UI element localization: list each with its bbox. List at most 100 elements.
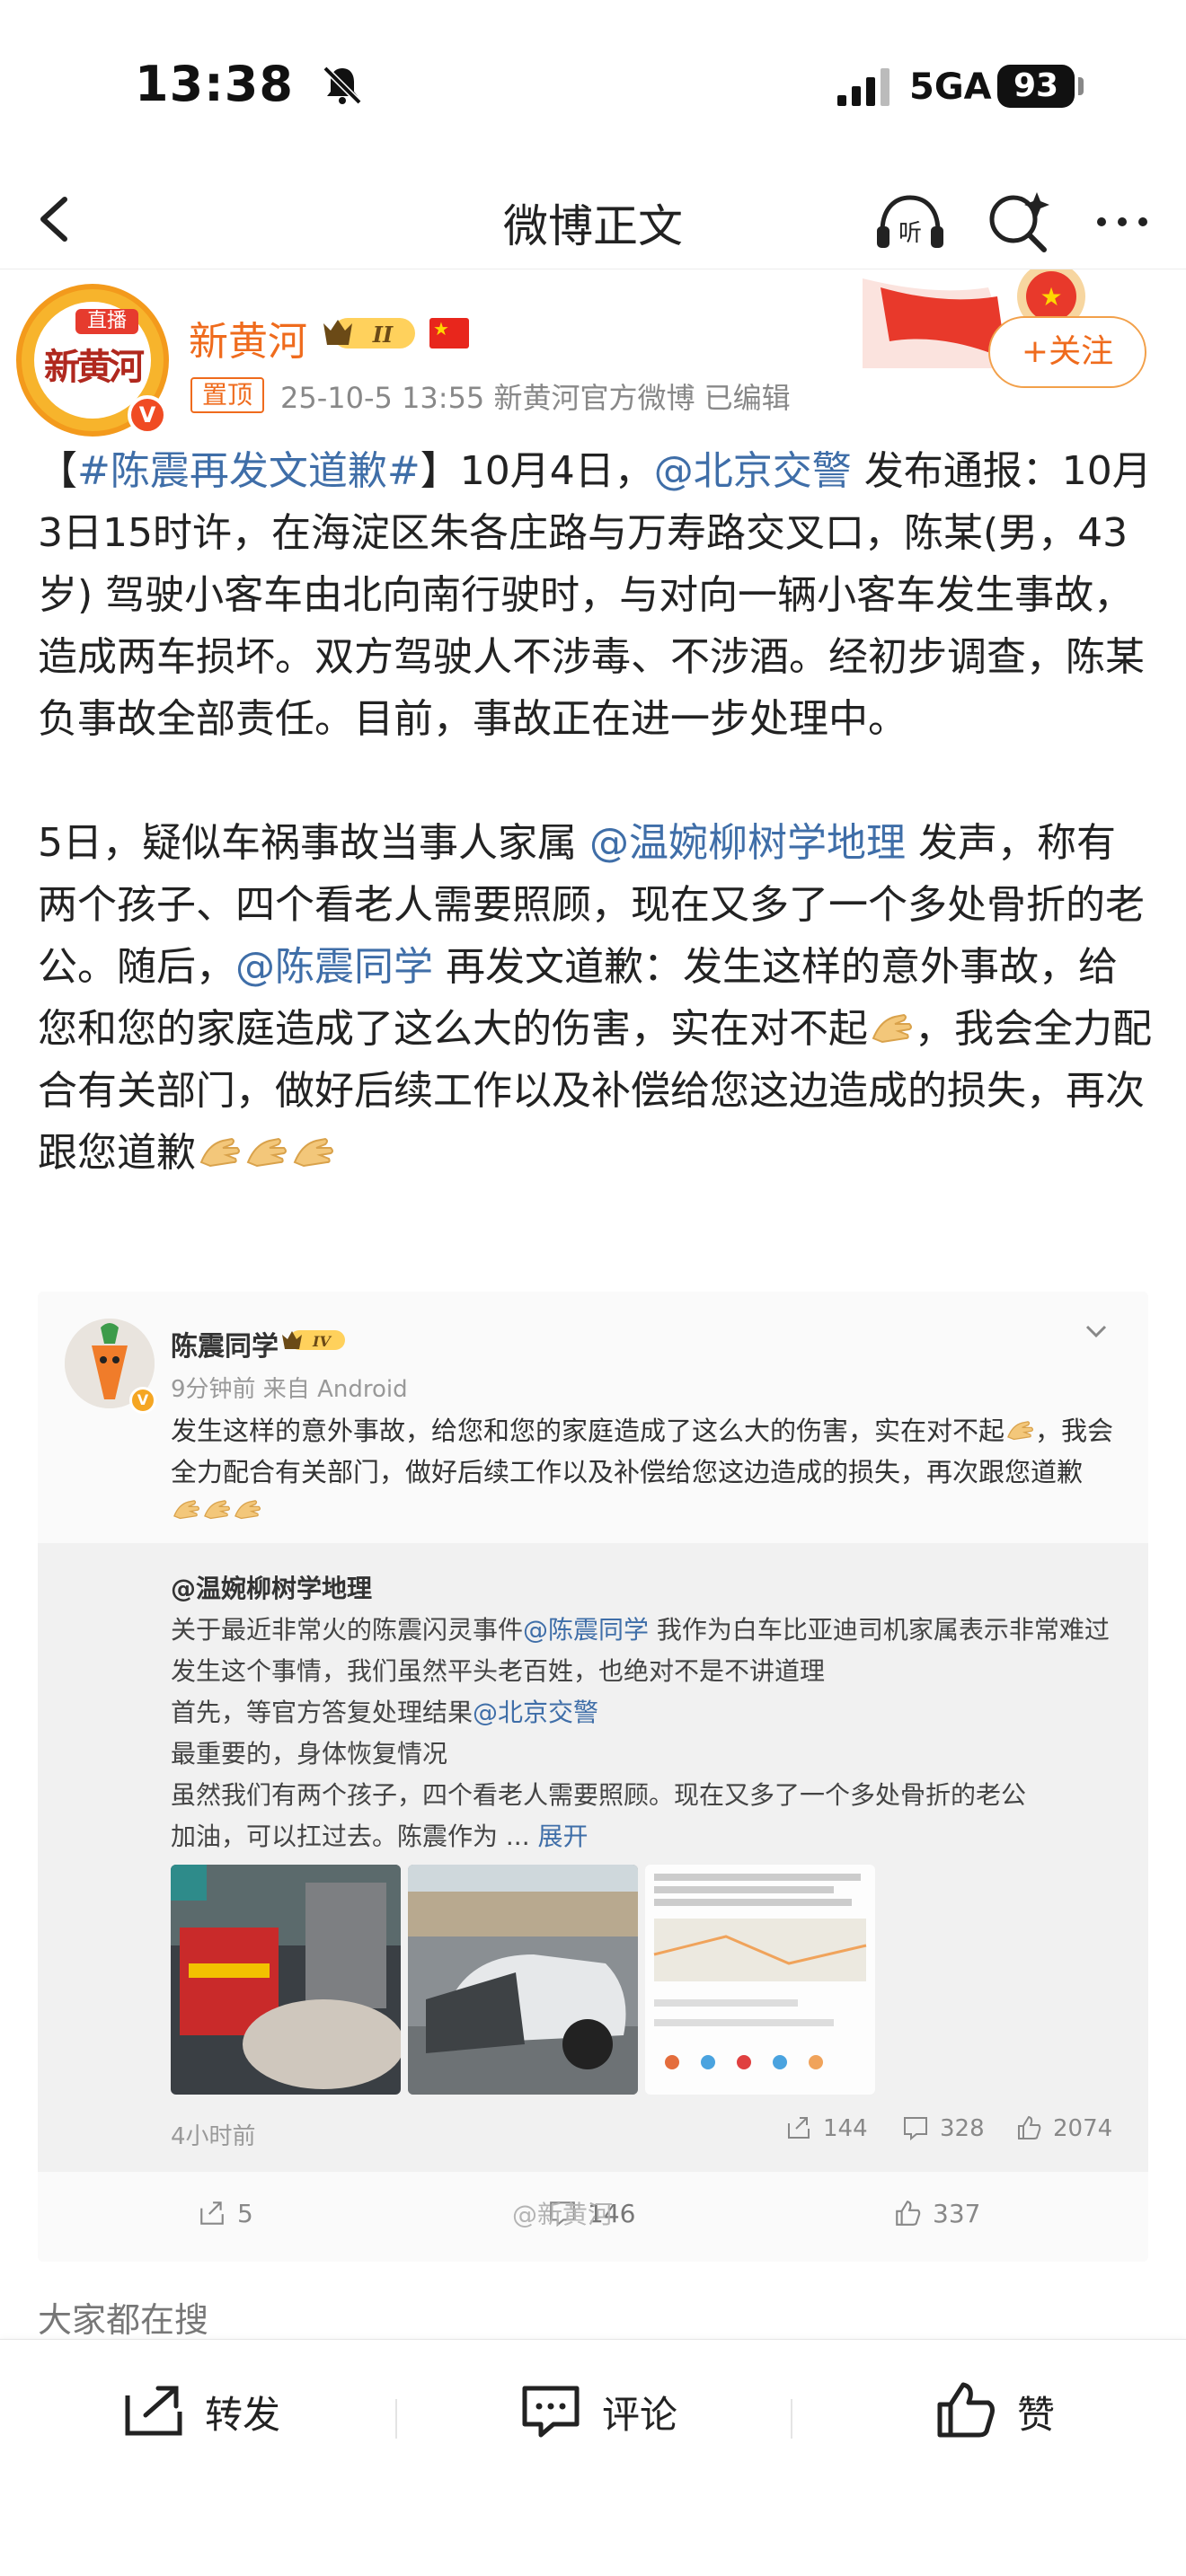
post-text: 10月4日，: [459, 448, 654, 494]
hashtag-link[interactable]: #陈震再发文道歉#: [77, 448, 420, 494]
thumbs-up-icon: [1018, 2115, 1041, 2139]
svg-text:★: ★: [1040, 282, 1062, 312]
thumbnail-crashed-car[interactable]: [408, 1865, 638, 2095]
pray-hands-icon: [872, 1013, 912, 1044]
pray-hands-icon: [1007, 1421, 1034, 1441]
svg-text:II: II: [372, 322, 394, 348]
nested-line: 虽然我们有两个孩子，四个看老人需要照顾。现在又多了一个多处骨折的老公: [171, 1780, 1027, 1810]
mention-family-member[interactable]: @温婉柳树学地理: [589, 820, 906, 866]
nested-text: 首先，等官方答复处理结果: [171, 1698, 474, 1727]
nested-like-value: 2074: [1053, 2115, 1113, 2142]
nested-line: 关于最近非常火的陈震闪灵事件@陈震同学 我作为白车比亚迪司机家属表示非常难过发生…: [171, 1610, 1123, 1692]
pinned-tag: 置顶: [190, 377, 264, 413]
repost-button[interactable]: 转发: [122, 2379, 280, 2451]
nested-comment-count[interactable]: 328: [902, 2114, 985, 2142]
signal-icon: [837, 68, 890, 106]
quoted-like-count: 337: [933, 2199, 981, 2228]
china-flag-icon: ★: [429, 318, 469, 348]
battery-cap: [1078, 77, 1084, 95]
network-type: 5GA: [909, 66, 992, 108]
pray-hands-icon: [293, 1137, 333, 1168]
nested-comment-value: 328: [940, 2115, 985, 2142]
comment-icon: [904, 2117, 927, 2141]
thumbnail-hospital[interactable]: [171, 1865, 401, 2095]
nested-text: 加油，可以扛过去。陈震作为 ...: [171, 1822, 538, 1851]
comment-icon: [522, 2386, 580, 2438]
listen-icon[interactable]: 听: [870, 181, 951, 262]
repost-icon: [200, 2201, 224, 2225]
like-label: 赞: [1017, 2393, 1056, 2437]
nav-bar: 微博正文 听: [0, 171, 1186, 269]
expand-link[interactable]: 展开: [538, 1822, 589, 1851]
post-paragraph-2: 5日，疑似车祸事故当事人家属 @温婉柳树学地理 发声，称有两个孩子、四个看老人需…: [38, 812, 1152, 1184]
quoted-meta: 9分钟前 来自 Android: [171, 1376, 408, 1403]
follow-button[interactable]: +关注: [988, 316, 1146, 388]
nested-timestamp: 4小时前: [171, 2123, 256, 2150]
like-button[interactable]: 赞: [934, 2379, 1055, 2451]
avatar-logo-text: 新黄河: [44, 346, 145, 388]
thumbnail-map-screenshot[interactable]: [645, 1865, 875, 2095]
quoted-level-badge-icon: IV: [282, 1330, 345, 1350]
mention-chen-zhen[interactable]: @陈震同学: [235, 944, 433, 990]
quoted-text-part: 发生这样的意外事故，给您和您的家庭造成了这么大的伤害，实在对不起: [171, 1416, 1005, 1446]
pray-hands-icon: [173, 1500, 200, 1520]
comment-label: 评论: [602, 2393, 678, 2437]
quoted-text: 发生这样的意外事故，给您和您的家庭造成了这么大的伤害，实在对不起 ，我会全力配合有…: [171, 1410, 1123, 1534]
battery-indicator: 93: [997, 65, 1075, 108]
quoted-repost-button[interactable]: 5: [198, 2199, 253, 2228]
nested-line: 加油，可以扛过去。陈震作为 ... 展开: [171, 1816, 1123, 1857]
image-thumbnails: [171, 1865, 890, 2098]
post-text: 5日，疑似车祸事故当事人家属: [38, 820, 589, 866]
crashed-car-photo-image: [408, 1865, 638, 2095]
thumbs-up-icon: [937, 2382, 995, 2438]
quoted-verified-icon: V: [129, 1387, 156, 1414]
post-body: 【#陈震再发文道歉#】10月4日，@北京交警 发布通报：10月3日15时许，在海…: [38, 440, 1152, 1246]
nested-repost-value: 144: [823, 2115, 868, 2142]
map-screenshot-image: [645, 1865, 875, 2095]
nested-mention-chen-zhen[interactable]: @陈震同学: [523, 1615, 649, 1645]
repost-icon: [125, 2386, 182, 2436]
nested-repost-count[interactable]: 144: [785, 2114, 868, 2142]
hospital-photo-image: [171, 1865, 401, 2095]
nested-quoted-text: @温婉柳树学地理 关于最近非常火的陈震闪灵事件@陈震同学 我作为白车比亚迪司机家…: [171, 1568, 1123, 1857]
nested-mention-beijing-traffic[interactable]: @北京交警: [473, 1698, 598, 1727]
quoted-repost-count: 5: [237, 2199, 253, 2228]
mention-beijing-traffic[interactable]: @北京交警: [654, 448, 852, 494]
thumbs-up-icon: [896, 2200, 921, 2226]
pray-hands-icon: [246, 1137, 287, 1168]
comment-button[interactable]: 评论: [519, 2379, 677, 2451]
repost-icon: [788, 2117, 810, 2139]
pray-hands-icon: [235, 1500, 261, 1520]
status-time: 13:38: [135, 56, 294, 112]
quoted-post-card[interactable]: V 陈震同学 IV 9分钟前 来自 Android 发生这样的意外事故，给您和您…: [38, 1292, 1148, 2262]
author-avatar[interactable]: 直播 新黄河 V: [16, 284, 169, 437]
weibo-watermark: @新黄河: [512, 2200, 614, 2229]
member-level-badge-icon: II: [323, 318, 415, 348]
nested-quoted-post[interactable]: @温婉柳树学地理 关于最近非常火的陈震闪灵事件@陈震同学 我作为白车比亚迪司机家…: [38, 1543, 1148, 2172]
post-meta: 25-10-5 13:55 新黄河官方微博 已编辑: [280, 381, 791, 415]
author-name[interactable]: 新黄河: [189, 309, 307, 366]
svg-text:听: 听: [898, 220, 922, 247]
pray-hands-icon: [204, 1500, 231, 1520]
search-icon[interactable]: [978, 181, 1058, 262]
nested-line: 首先，等官方答复处理结果@北京交警: [171, 1692, 1123, 1734]
quoted-like-button[interactable]: 337: [893, 2199, 980, 2228]
bottom-action-bar: 转发 评论 赞: [0, 2339, 1186, 2576]
trending-section-title[interactable]: 大家都在搜: [38, 2292, 208, 2342]
nested-author-mention[interactable]: @温婉柳树学地理: [171, 1568, 1123, 1610]
verified-icon: V: [128, 395, 167, 435]
author-header: ★ 直播 新黄河 V 新黄河 II ★ 置顶 25-10-5 13:55 新黄河…: [0, 269, 1186, 437]
bell-off-icon: [323, 66, 362, 105]
avatar-live-label: 直播: [75, 309, 138, 334]
quoted-author-name[interactable]: 陈震同学: [171, 1324, 279, 1363]
nested-text: 关于最近非常火的陈震闪灵事件: [171, 1615, 524, 1645]
more-icon[interactable]: [1082, 181, 1163, 262]
svg-text:IV: IV: [312, 1333, 332, 1350]
status-bar: 13:38 5GA 93: [0, 0, 1186, 171]
repost-label: 转发: [205, 2393, 281, 2437]
divider: [791, 2399, 792, 2439]
chevron-down-icon[interactable]: [1078, 1313, 1114, 1349]
post-paragraph-1: 【#陈震再发文道歉#】10月4日，@北京交警 发布通报：10月3日15时许，在海…: [38, 448, 1152, 742]
nested-like-count[interactable]: 2074: [1015, 2114, 1112, 2142]
nested-line: 最重要的，身体恢复情况: [171, 1739, 448, 1769]
